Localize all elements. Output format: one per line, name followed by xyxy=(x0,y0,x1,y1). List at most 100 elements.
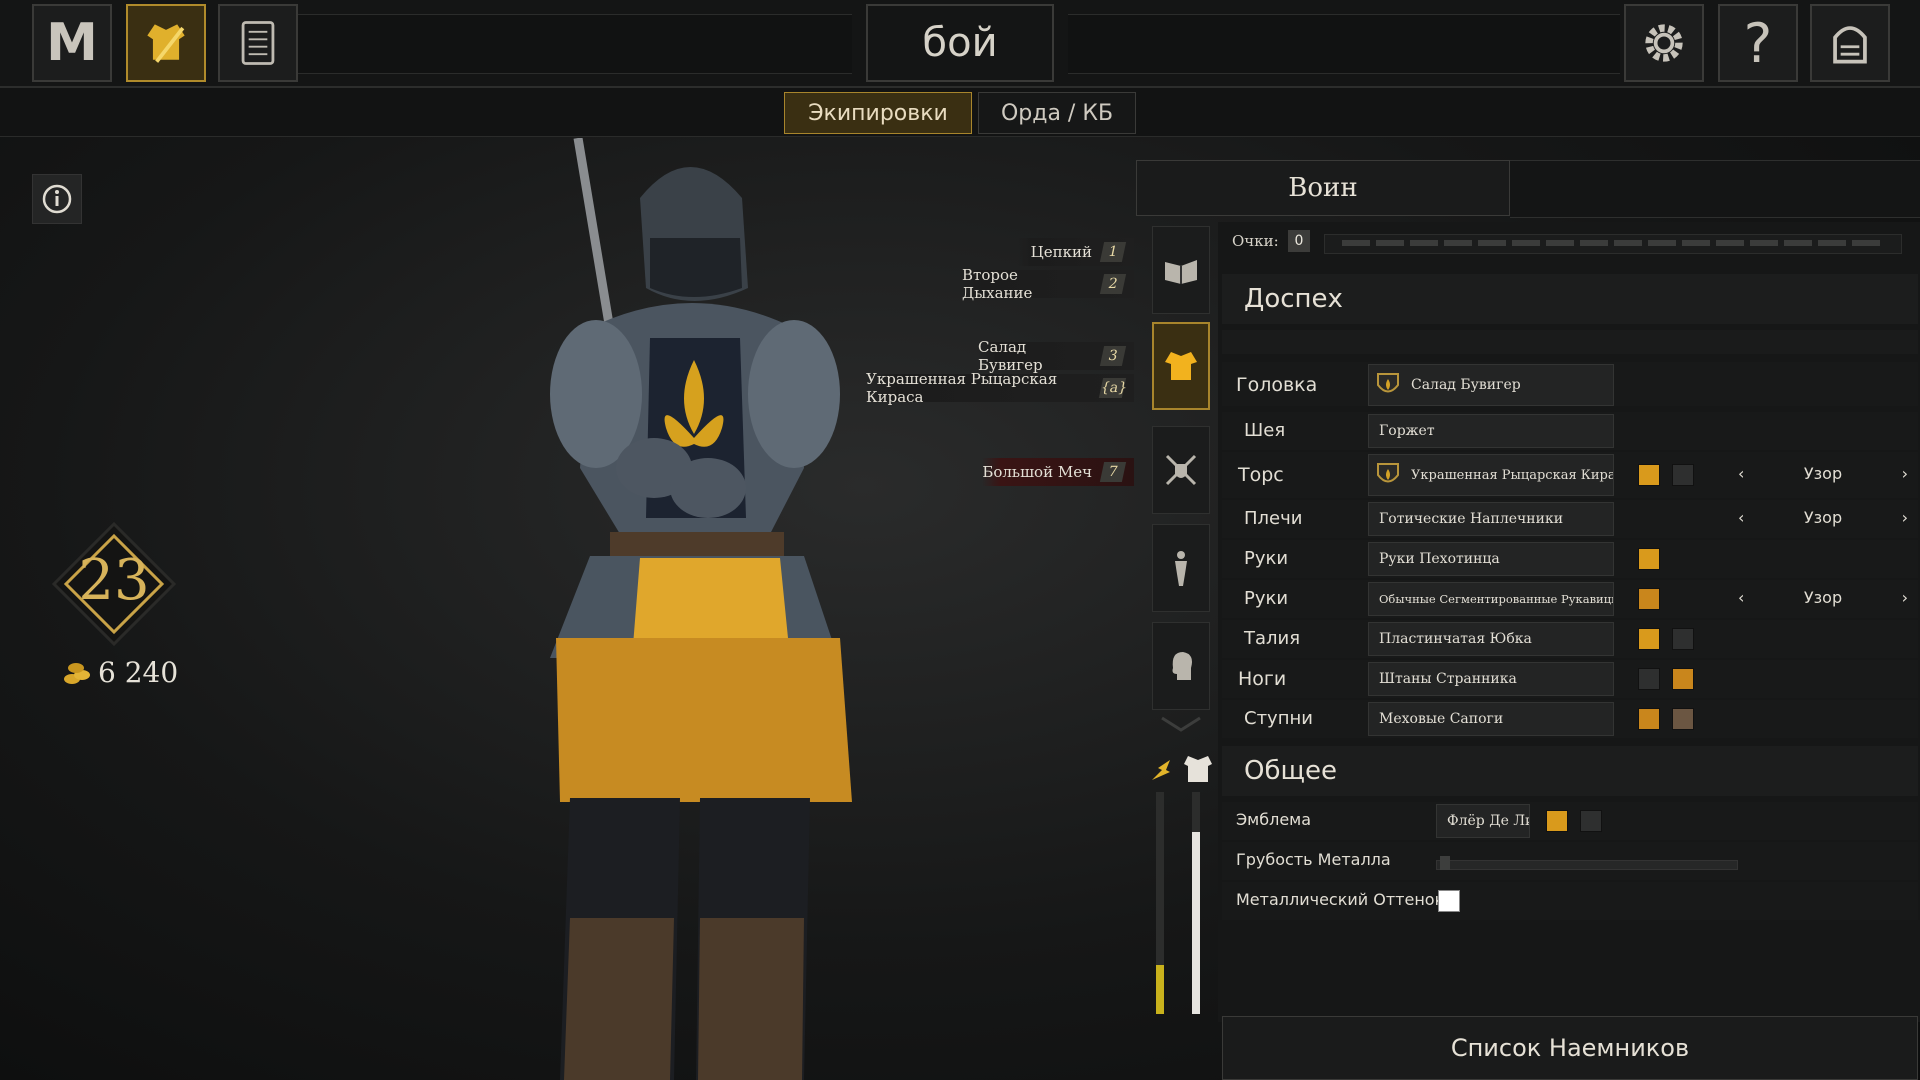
color-swatch-secondary[interactable] xyxy=(1672,668,1694,690)
player-level: 23 xyxy=(78,548,150,613)
roughness-slider-thumb[interactable] xyxy=(1440,856,1450,870)
category-tab-head[interactable] xyxy=(1152,622,1210,710)
color-swatch-secondary[interactable] xyxy=(1672,628,1694,650)
armor-section-title: Доспех xyxy=(1222,274,1918,324)
item-name: Меховые Сапоги xyxy=(1379,711,1504,727)
top-bar-strip-left xyxy=(296,14,852,74)
row-label: Руки xyxy=(1244,548,1289,569)
perk-slot: 1 xyxy=(1099,242,1127,262)
item-name: Штаны Странника xyxy=(1379,671,1517,687)
point-segment xyxy=(1682,240,1710,246)
category-tab-body[interactable] xyxy=(1152,524,1210,612)
general-section-title: Общее xyxy=(1222,746,1918,796)
chevron-left-icon[interactable]: ‹ xyxy=(1738,508,1744,527)
item-select-gauntlets[interactable]: Обычные Сегментированные Рукавицы xyxy=(1368,582,1614,616)
row-label: Головка xyxy=(1236,374,1318,396)
color-swatch-primary[interactable] xyxy=(1638,588,1660,610)
gold-amount: 6 240 xyxy=(98,656,179,689)
pattern-selector[interactable]: ‹ Узор › xyxy=(1738,464,1908,483)
point-segment xyxy=(1614,240,1642,246)
perk-tag-weapon[interactable]: Большой Меч 7 xyxy=(982,458,1134,486)
scroll-button[interactable] xyxy=(218,4,298,82)
color-swatch-primary[interactable] xyxy=(1638,548,1660,570)
point-segment xyxy=(1546,240,1574,246)
exit-button[interactable] xyxy=(1810,4,1890,82)
pattern-selector[interactable]: ‹ Узор › xyxy=(1738,508,1908,527)
chevron-left-icon[interactable]: ‹ xyxy=(1738,588,1744,607)
info-button[interactable] xyxy=(32,174,82,224)
perk-tag[interactable]: Цепкий 1 xyxy=(1018,238,1134,266)
color-swatch-primary[interactable] xyxy=(1638,628,1660,650)
help-icon: ? xyxy=(1743,11,1773,75)
category-tab-armor[interactable] xyxy=(1152,322,1210,410)
class-name-header[interactable]: Воин xyxy=(1136,160,1510,216)
main-menu-button[interactable]: M xyxy=(32,4,112,82)
perk-slot: {a} xyxy=(1098,378,1129,398)
color-swatch-secondary[interactable] xyxy=(1672,708,1694,730)
chevron-right-icon[interactable]: › xyxy=(1902,588,1908,607)
armor-bar-fill xyxy=(1192,831,1200,1014)
gold-amount-group: 6 240 xyxy=(62,656,178,689)
chevron-right-icon[interactable]: › xyxy=(1902,464,1908,483)
item-select-arms[interactable]: Руки Пехотинца xyxy=(1368,542,1614,576)
crossed-swords-shield-icon xyxy=(1165,454,1197,486)
equipment-button[interactable] xyxy=(126,4,206,82)
color-swatch-primary[interactable] xyxy=(1638,708,1660,730)
emblem-color-secondary[interactable] xyxy=(1580,810,1602,832)
item-select-head[interactable]: Салад Бувигер xyxy=(1368,364,1614,406)
class-header-strip xyxy=(1510,160,1920,218)
color-swatch-secondary[interactable] xyxy=(1672,464,1694,486)
item-name: Горжет xyxy=(1379,423,1435,439)
pattern-label: Узор xyxy=(1803,464,1843,483)
top-bar-strip-right xyxy=(1068,14,1620,74)
point-segment xyxy=(1750,240,1778,246)
metal-tint-swatch[interactable] xyxy=(1438,890,1460,912)
item-name: Готические Наплечники xyxy=(1379,511,1564,527)
tint-label: Металлический Оттенок xyxy=(1236,890,1445,909)
row-label: Торс xyxy=(1238,464,1284,486)
points-value: 0 xyxy=(1288,230,1310,252)
armor-bar xyxy=(1192,792,1200,1014)
mercenary-list-button[interactable]: Список Наемников xyxy=(1222,1016,1918,1080)
item-name: Пластинчатая Юбка xyxy=(1379,631,1532,647)
perk-tag[interactable]: Салад Бувигер 3 xyxy=(978,338,1134,374)
point-segment xyxy=(1512,240,1540,246)
perk-tag[interactable]: Украшенная Рыцарская Кираса {a} xyxy=(866,370,1134,406)
item-select-waist[interactable]: Пластинчатая Юбка xyxy=(1368,622,1614,656)
emblem-label: Эмблема xyxy=(1236,810,1312,829)
perk-name: Украшенная Рыцарская Кираса xyxy=(866,370,1058,406)
pattern-selector[interactable]: ‹ Узор › xyxy=(1738,588,1908,607)
tab-horde[interactable]: Орда / КБ xyxy=(978,92,1136,134)
info-icon xyxy=(42,184,72,214)
item-select-legs[interactable]: Штаны Странника xyxy=(1368,662,1614,696)
item-select-torso[interactable]: Украшенная Рыцарская Кираса xyxy=(1368,454,1614,496)
point-segment xyxy=(1444,240,1472,246)
speed-bar xyxy=(1156,792,1164,1014)
roughness-slider[interactable] xyxy=(1436,860,1738,870)
emblem-color-primary[interactable] xyxy=(1546,810,1568,832)
perk-name: Второе Дыхание xyxy=(962,266,1033,302)
mode-title: бой xyxy=(866,4,1054,82)
perk-name: Салад Бувигер xyxy=(978,338,1043,374)
settings-button[interactable] xyxy=(1624,4,1704,82)
help-button[interactable]: ? xyxy=(1718,4,1798,82)
category-tab-weapons[interactable] xyxy=(1152,426,1210,514)
tab-equipment[interactable]: Экипировки xyxy=(784,92,972,134)
point-segment xyxy=(1478,240,1506,246)
head-icon xyxy=(1172,652,1192,680)
chevron-left-icon[interactable]: ‹ xyxy=(1738,464,1744,483)
color-swatch-primary[interactable] xyxy=(1638,668,1660,690)
chevron-right-icon[interactable]: › xyxy=(1902,508,1908,527)
color-swatch-primary[interactable] xyxy=(1638,464,1660,486)
item-select-shoulders[interactable]: Готические Наплечники xyxy=(1368,502,1614,536)
row-label: Ступни xyxy=(1244,708,1313,729)
item-select-feet[interactable]: Меховые Сапоги xyxy=(1368,702,1614,736)
perk-tag[interactable]: Второе Дыхание 2 xyxy=(962,266,1134,302)
point-segment xyxy=(1580,240,1608,246)
emblem-select[interactable]: Флёр Де Лис xyxy=(1436,804,1530,838)
item-name: Украшенная Рыцарская Кираса xyxy=(1411,467,1614,483)
speed-bar-fill xyxy=(1156,965,1164,1014)
scroll-down-icon[interactable] xyxy=(1158,716,1204,734)
category-tab-perks[interactable] xyxy=(1152,226,1210,314)
item-select-neck[interactable]: Горжет xyxy=(1368,414,1614,448)
